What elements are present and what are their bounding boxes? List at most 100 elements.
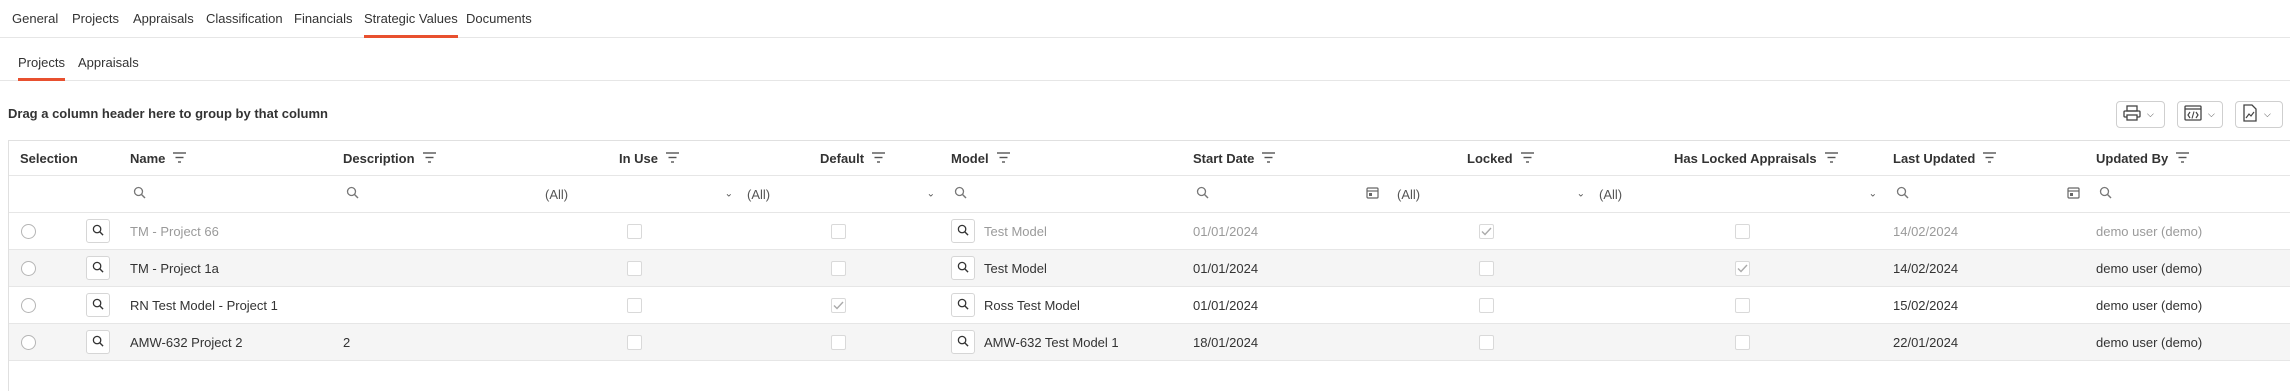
header-label: Has Locked Appraisals <box>1674 150 1817 166</box>
row-view-button[interactable] <box>86 324 110 360</box>
column-header-selection[interactable]: Selection <box>20 141 78 175</box>
row-select-radio[interactable] <box>21 213 36 249</box>
table-row[interactable]: AMW-632 Project 2 2 AMW-632 Test Model 1… <box>9 324 2290 361</box>
updated-by-cell: demo user (demo) <box>2096 223 2203 239</box>
in-use-checkbox <box>627 250 642 286</box>
updated-by-cell: demo user (demo) <box>2096 334 2203 350</box>
column-header-updated-by[interactable]: Updated By <box>2096 141 2190 175</box>
tab-projects[interactable]: Projects <box>72 0 119 37</box>
filter-icon[interactable] <box>422 151 436 166</box>
model-cell: AMW-632 Test Model 1 <box>984 334 1119 350</box>
start-date-cell: 01/01/2024 <box>1193 260 1259 276</box>
filter-icon[interactable] <box>996 151 1010 166</box>
has-locked-appraisals-checkbox <box>1735 287 1750 323</box>
name-cell: TM - Project 66 <box>130 223 219 239</box>
filter-icon[interactable] <box>1262 151 1276 166</box>
model-cell: Test Model <box>984 260 1047 276</box>
row-select-radio[interactable] <box>21 250 36 286</box>
subtab-projects[interactable]: Projects <box>18 45 65 81</box>
has-locked-appraisals-filter-select[interactable]: (All) ⌄ <box>1599 176 1881 212</box>
chevron-down-icon: ⌄ <box>1868 188 1877 200</box>
start-date-filter-input[interactable] <box>1196 176 1209 212</box>
table-row[interactable]: TM - Project 1a Test Model 01/01/2024 14… <box>9 250 2290 287</box>
filter-icon[interactable] <box>1824 151 1838 166</box>
tab-strategic-values[interactable]: Strategic Values <box>364 0 458 38</box>
filter-icon[interactable] <box>872 151 886 166</box>
last-updated-cell: 15/02/2024 <box>1893 297 1959 313</box>
tab-documents[interactable]: Documents <box>466 0 532 37</box>
model-filter-input[interactable] <box>954 176 967 212</box>
checkmark-icon <box>1481 224 1492 239</box>
filter-icon[interactable] <box>1520 151 1534 166</box>
search-icon <box>2099 186 2112 202</box>
row-view-button[interactable] <box>86 287 110 323</box>
filter-icon[interactable] <box>666 151 680 166</box>
column-header-in-use[interactable]: In Use <box>619 141 680 175</box>
tab-financials[interactable]: Financials <box>294 0 353 37</box>
has-locked-appraisals-filter-value: (All) <box>1599 186 1623 202</box>
calendar-icon <box>2067 186 2080 202</box>
default-checkbox <box>831 324 846 360</box>
filter-icon[interactable] <box>2176 151 2190 166</box>
search-icon <box>346 186 359 202</box>
filter-icon[interactable] <box>1983 151 1997 166</box>
data-grid: Selection Name Description In Use Defaul… <box>8 140 2290 391</box>
table-row[interactable]: RN Test Model - Project 1 Ross Test Mode… <box>9 287 2290 324</box>
print-button[interactable]: ⌵ <box>2116 101 2165 128</box>
tab-general[interactable]: General <box>12 0 58 37</box>
column-header-name[interactable]: Name <box>130 141 187 175</box>
column-header-has-locked-appraisals[interactable]: Has Locked Appraisals <box>1674 141 1838 175</box>
updated-by-cell: demo user (demo) <box>2096 297 2203 313</box>
model-view-button[interactable] <box>951 324 975 360</box>
chevron-down-icon: ⌄ <box>724 188 733 200</box>
header-label: Locked <box>1467 150 1513 166</box>
tab-classification[interactable]: Classification <box>206 0 283 37</box>
start-date-calendar-button[interactable] <box>1366 176 1379 212</box>
name-filter-input[interactable] <box>133 176 146 212</box>
row-view-button[interactable] <box>86 213 110 249</box>
column-header-locked[interactable]: Locked <box>1467 141 1534 175</box>
grid-filter-row: (All) ⌄ (All) ⌄ (All) ⌄ (All) ⌄ <box>9 176 2290 213</box>
in-use-filter-select[interactable]: (All) ⌄ <box>545 176 737 212</box>
default-filter-select[interactable]: (All) ⌄ <box>747 176 939 212</box>
tab-appraisals[interactable]: Appraisals <box>133 0 194 37</box>
grid-header-row: Selection Name Description In Use Defaul… <box>9 141 2290 176</box>
table-row[interactable]: TM - Project 66 Test Model 01/01/2024 14… <box>9 213 2290 250</box>
header-label: Selection <box>20 150 78 166</box>
header-label: Start Date <box>1193 150 1255 166</box>
row-select-radio[interactable] <box>21 324 36 360</box>
print-icon <box>2123 105 2141 124</box>
description-filter-input[interactable] <box>346 176 359 212</box>
column-header-description[interactable]: Description <box>343 141 436 175</box>
default-filter-value: (All) <box>747 186 771 202</box>
model-cell: Ross Test Model <box>984 297 1080 313</box>
search-icon <box>92 335 104 350</box>
search-icon <box>954 186 967 202</box>
filter-icon[interactable] <box>173 151 187 166</box>
last-updated-filter-input[interactable] <box>1896 176 1909 212</box>
default-checkbox <box>831 213 846 249</box>
chevron-down-icon: ⌄ <box>1576 188 1585 200</box>
locked-filter-value: (All) <box>1397 186 1421 202</box>
locked-filter-select[interactable]: (All) ⌄ <box>1397 176 1589 212</box>
subtab-appraisals[interactable]: Appraisals <box>78 45 139 80</box>
model-view-button[interactable] <box>951 250 975 286</box>
row-view-button[interactable] <box>86 250 110 286</box>
default-checkbox <box>831 287 846 323</box>
chevron-down-icon: ⌵ <box>2147 109 2154 119</box>
column-header-model[interactable]: Model <box>951 141 1010 175</box>
export-html-button[interactable]: ⌵ <box>2177 101 2223 128</box>
default-checkbox <box>831 250 846 286</box>
export-image-button[interactable]: ⌵ <box>2235 101 2283 128</box>
model-view-button[interactable] <box>951 287 975 323</box>
search-icon <box>957 224 969 239</box>
column-header-start-date[interactable]: Start Date <box>1193 141 1276 175</box>
has-locked-appraisals-checkbox <box>1735 213 1750 249</box>
model-view-button[interactable] <box>951 213 975 249</box>
updated-by-filter-input[interactable] <box>2099 176 2112 212</box>
column-header-default[interactable]: Default <box>820 141 886 175</box>
calendar-icon <box>1366 186 1379 202</box>
column-header-last-updated[interactable]: Last Updated <box>1893 141 1997 175</box>
row-select-radio[interactable] <box>21 287 36 323</box>
last-updated-calendar-button[interactable] <box>2067 176 2080 212</box>
